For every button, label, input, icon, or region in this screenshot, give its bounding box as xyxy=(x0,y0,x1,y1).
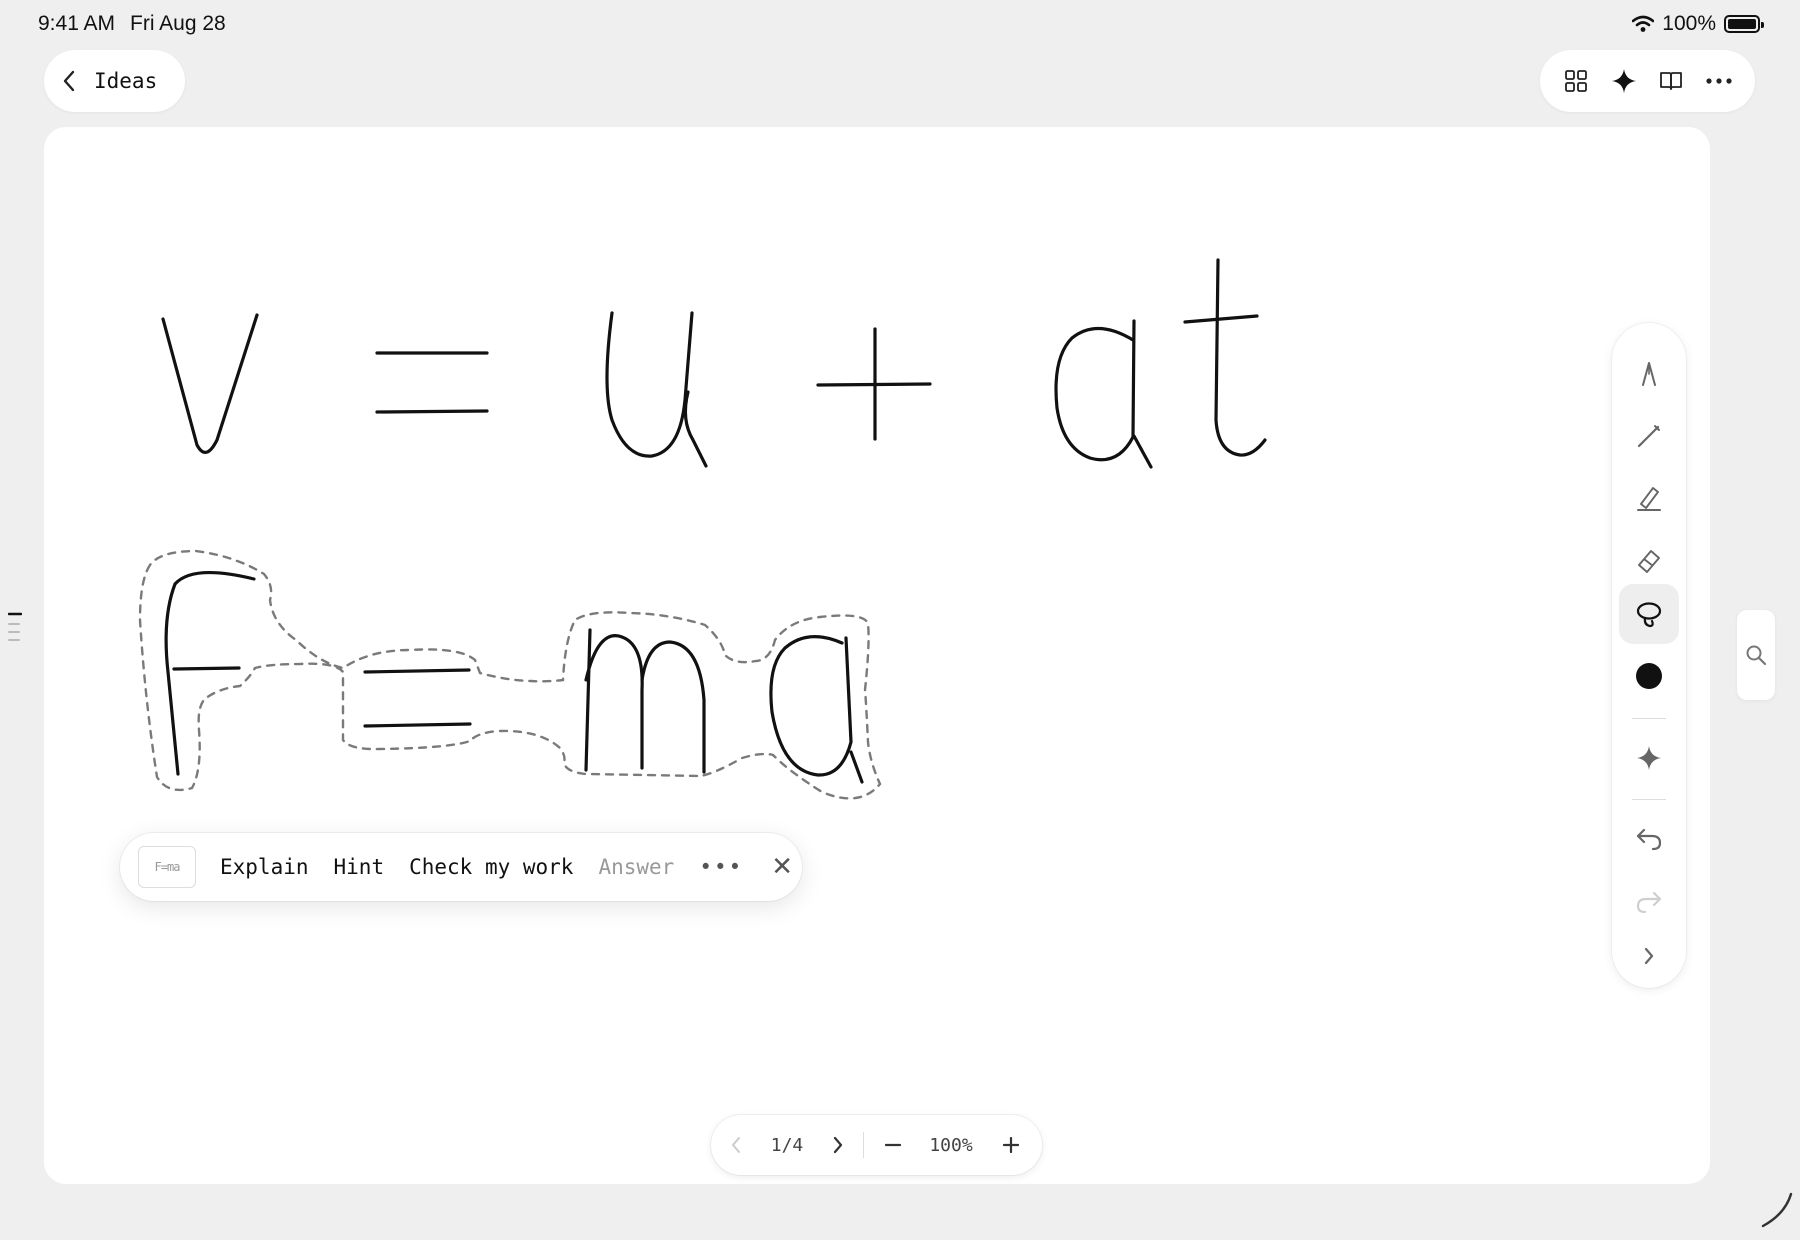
more-icon xyxy=(1706,78,1732,84)
eraser-icon xyxy=(1638,550,1660,573)
fountain-pen-tool[interactable] xyxy=(1619,344,1679,404)
ai-assist-button[interactable] xyxy=(1604,61,1644,101)
zoom-level: 100% xyxy=(929,1134,973,1156)
redo-button[interactable] xyxy=(1619,872,1679,932)
back-button[interactable]: Ideas xyxy=(44,50,185,112)
status-indicators: 100% xyxy=(1632,12,1764,36)
lasso-icon xyxy=(1636,602,1662,628)
sparkle-icon xyxy=(1611,69,1636,93)
grid-view-button[interactable] xyxy=(1556,61,1596,101)
zoom-out-button[interactable] xyxy=(864,1143,922,1147)
battery-percent: 100% xyxy=(1662,12,1716,35)
tool-rail xyxy=(1612,323,1686,988)
undo-icon xyxy=(1636,828,1662,851)
minus-icon xyxy=(885,1143,901,1147)
fountain-pen-icon xyxy=(1642,362,1656,386)
status-date: Fri Aug 28 xyxy=(130,12,226,35)
eraser-tool[interactable] xyxy=(1619,531,1679,591)
search-tab[interactable] xyxy=(1737,610,1775,700)
page-zoom-control: 1/4 100% xyxy=(711,1115,1042,1175)
reader-button[interactable] xyxy=(1651,61,1691,101)
redo-icon xyxy=(1636,891,1662,914)
battery-icon xyxy=(1724,15,1764,33)
more-actions-button[interactable]: ••• xyxy=(699,855,743,879)
corner-resize-handle[interactable] xyxy=(1755,1190,1795,1230)
close-icon[interactable]: ✕ xyxy=(771,852,793,882)
hint-button[interactable]: Hint xyxy=(334,855,385,879)
grid-icon xyxy=(1564,70,1587,92)
highlighter-tool[interactable] xyxy=(1619,468,1679,528)
page-indicator: 1/4 xyxy=(770,1134,804,1156)
sparkle-icon xyxy=(1637,746,1661,770)
ai-tool[interactable] xyxy=(1619,728,1679,788)
expand-rail-button[interactable] xyxy=(1619,926,1679,986)
top-toolbar xyxy=(1540,50,1755,112)
check-my-work-button[interactable]: Check my work xyxy=(409,855,573,879)
rail-divider xyxy=(1632,718,1666,719)
status-bar: 9:41 AM Fri Aug 28 100% xyxy=(0,0,1800,48)
search-icon xyxy=(1746,645,1767,666)
plus-icon xyxy=(1003,1137,1019,1153)
chevron-right-icon xyxy=(1644,947,1654,965)
zoom-in-button[interactable] xyxy=(980,1137,1042,1153)
previous-page-button[interactable] xyxy=(711,1136,761,1154)
rail-divider xyxy=(1632,799,1666,800)
undo-button[interactable] xyxy=(1619,809,1679,869)
ai-action-bar: F=ma Explain Hint Check my work Answer •… xyxy=(120,833,802,901)
explain-button[interactable]: Explain xyxy=(220,855,309,879)
page-thumbnails-handle[interactable] xyxy=(8,612,22,646)
status-time: 9:41 AM xyxy=(38,12,116,35)
chevron-left-icon xyxy=(63,70,75,92)
chevron-left-icon xyxy=(732,1137,740,1153)
color-picker[interactable] xyxy=(1619,646,1679,706)
more-options-button[interactable] xyxy=(1699,61,1739,101)
chevron-right-icon xyxy=(833,1136,843,1154)
selection-thumbnail[interactable]: F=ma xyxy=(138,846,196,888)
book-icon xyxy=(1660,72,1683,90)
color-swatch-icon xyxy=(1636,663,1662,689)
notebook-title: Ideas xyxy=(94,69,158,93)
answer-button[interactable]: Answer xyxy=(598,855,674,879)
pencil-tool[interactable] xyxy=(1619,406,1679,466)
wifi-icon xyxy=(1632,15,1655,32)
next-page-button[interactable] xyxy=(813,1136,863,1154)
drawing-canvas[interactable] xyxy=(44,127,1710,1184)
highlighter-icon xyxy=(1637,487,1661,511)
pencil-icon xyxy=(1637,425,1660,448)
lasso-tool[interactable] xyxy=(1619,584,1679,644)
